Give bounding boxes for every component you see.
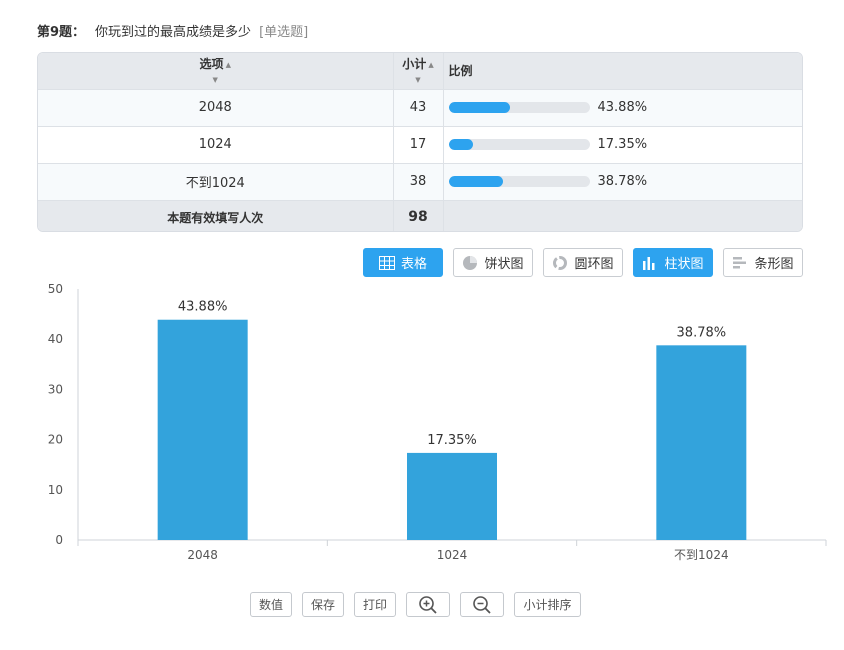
column-chart-icon: [643, 256, 655, 270]
bar-chart-icon: [733, 256, 747, 268]
header-option-label: 选项: [199, 57, 224, 72]
y-tick-label: 50: [48, 282, 63, 296]
count-cell: 38: [393, 163, 444, 201]
header-count-label: 小计: [402, 57, 427, 72]
question-title: 第9题： 你玩到过的最高成绩是多少 [单选题]: [37, 21, 308, 40]
column-chart-label: 柱状图: [664, 257, 704, 272]
header-count[interactable]: 小计 ▲ ▼: [393, 53, 444, 90]
zoom-in-button[interactable]: [406, 592, 450, 617]
percent-label: 38.78%: [597, 174, 648, 189]
results-table: 选项 ▲ ▼ 小计 ▲ ▼ 比例 2048 43 43.88% 1024 17 17.3…: [37, 52, 803, 232]
x-tick-label: 不到1024: [674, 548, 729, 562]
progress-bar: [448, 176, 590, 187]
bar-data-label: 43.88%: [178, 300, 228, 315]
y-tick-label: 20: [48, 433, 63, 447]
table-row: 1024 17 17.35%: [38, 126, 802, 164]
option-cell: 2048: [38, 89, 394, 127]
percent-label: 43.88%: [597, 100, 648, 115]
x-tick-label: 2048: [187, 548, 218, 562]
table-header-row: 选项 ▲ ▼ 小计 ▲ ▼ 比例: [38, 53, 802, 90]
progress-fill: [448, 176, 504, 187]
ring-chart-button[interactable]: 圆环图: [543, 248, 623, 277]
x-tick-label: 1024: [437, 548, 468, 562]
table-row: 2048 43 43.88%: [38, 89, 802, 127]
bar-chart-button[interactable]: 条形图: [723, 248, 803, 277]
values-button[interactable]: 数值: [250, 592, 292, 617]
sort-by-count-button[interactable]: 小计排序: [514, 592, 581, 617]
progress-fill: [448, 139, 473, 150]
question-number: 第9题：: [37, 25, 86, 40]
y-tick-label: 40: [48, 332, 63, 346]
table-view-button[interactable]: 表格: [363, 248, 443, 277]
print-button[interactable]: 打印: [354, 592, 396, 617]
progress-bar: [448, 139, 590, 150]
ratio-cell: 17.35%: [443, 126, 802, 164]
y-tick-label: 0: [55, 533, 63, 547]
header-ratio: 比例: [443, 53, 802, 90]
option-cell: 1024: [38, 126, 394, 164]
pie-chart-icon: [463, 255, 478, 270]
zoom-out-icon: [473, 595, 491, 614]
progress-fill: [448, 102, 511, 113]
ratio-cell: 38.78%: [443, 163, 802, 201]
bar: [407, 452, 497, 540]
y-tick-label: 10: [48, 483, 63, 497]
zoom-out-button[interactable]: [460, 592, 504, 617]
total-count: 98: [393, 200, 444, 231]
table-view-label: 表格: [400, 257, 427, 272]
total-empty-cell: [443, 200, 802, 231]
bar-chart-label: 条形图: [754, 257, 794, 272]
ratio-cell: 43.88%: [443, 89, 802, 127]
ring-chart-icon: [553, 255, 568, 270]
column-chart-button[interactable]: 柱状图: [633, 248, 713, 277]
bar-data-label: 38.78%: [677, 325, 727, 340]
count-cell: 43: [393, 89, 444, 127]
bar: [157, 319, 248, 540]
pie-chart-label: 饼状图: [484, 257, 524, 272]
count-cell: 17: [393, 126, 444, 164]
question-type: [单选题]: [259, 25, 309, 40]
save-button[interactable]: 保存: [302, 592, 344, 617]
option-cell: 不到1024: [38, 163, 394, 201]
percent-label: 17.35%: [597, 137, 648, 152]
table-row: 不到1024 38 38.78%: [38, 163, 802, 201]
pie-chart-button[interactable]: 饼状图: [453, 248, 533, 277]
zoom-in-icon: [419, 595, 437, 614]
ring-chart-label: 圆环图: [574, 257, 614, 272]
question-text: 你玩到过的最高成绩是多少: [95, 25, 252, 40]
bar-data-label: 17.35%: [427, 433, 477, 448]
column-chart: 0 10 20 30 40 50 43.88% 2048 17.35% 1024 38.78% 不到1…: [48, 282, 827, 562]
total-label: 本题有效填写人次: [38, 200, 394, 231]
progress-bar: [448, 102, 590, 113]
bar: [656, 345, 747, 540]
header-option[interactable]: 选项 ▲ ▼: [38, 53, 394, 90]
total-row: 本题有效填写人次 98: [38, 200, 802, 231]
table-icon: [378, 255, 395, 270]
y-tick-label: 30: [48, 382, 63, 396]
